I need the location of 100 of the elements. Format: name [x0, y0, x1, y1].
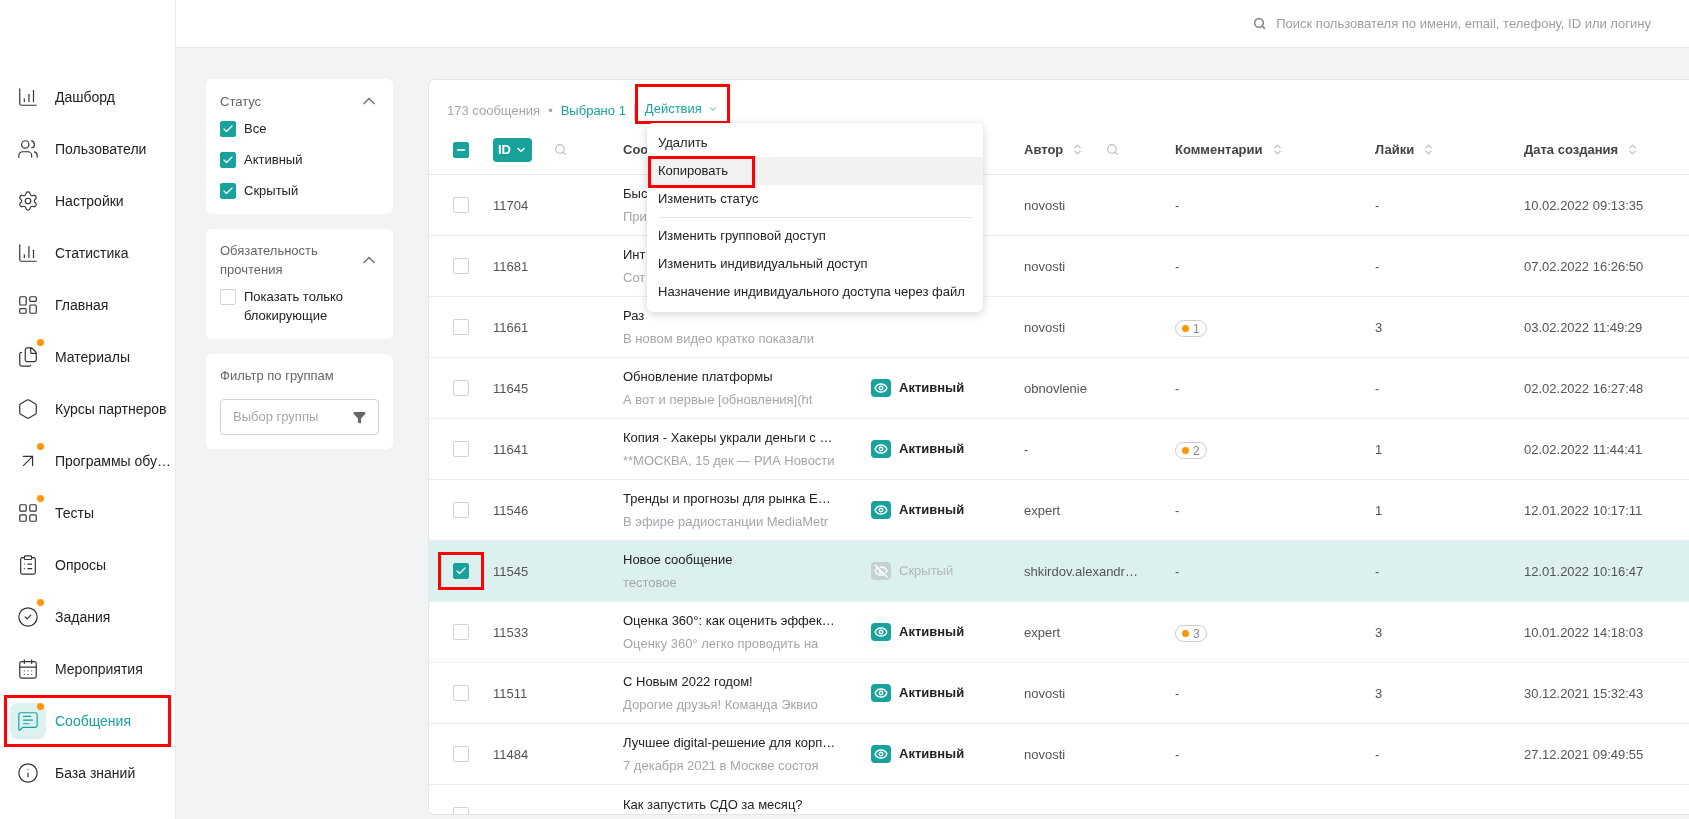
- checkbox[interactable]: [453, 624, 469, 640]
- checkbox[interactable]: [453, 685, 469, 701]
- message-preview: тестовое: [623, 574, 677, 592]
- menu-item[interactable]: Копировать: [647, 157, 983, 185]
- column-header[interactable]: Автор: [1024, 139, 1064, 160]
- id-cell: 11641: [493, 442, 529, 457]
- id-cell: 11704: [493, 198, 529, 213]
- checkbox[interactable]: [220, 183, 236, 199]
- sidebar-item[interactable]: Статистика: [4, 229, 171, 277]
- column-header[interactable]: Соо: [623, 139, 649, 160]
- comments-cell: -: [1175, 686, 1180, 701]
- id-cell: 11533: [493, 625, 529, 640]
- checkbox[interactable]: [220, 121, 236, 137]
- message-title: Тренды и прогнозы для рынка E…: [623, 489, 831, 508]
- menu-item[interactable]: Удалить: [647, 129, 983, 157]
- message-title: Копия - Хакеры украли деньги с …: [623, 428, 833, 447]
- message-title: Инт: [623, 245, 646, 264]
- message-preview: При: [623, 208, 647, 226]
- likes-cell: -: [1375, 381, 1380, 396]
- checkbox[interactable]: [220, 152, 236, 168]
- status-label: Скрытый: [899, 562, 954, 581]
- checkbox[interactable]: [220, 289, 236, 305]
- status-label: Активный: [899, 379, 965, 398]
- sidebar-item[interactable]: Опросы: [4, 541, 171, 589]
- sidebar-item[interactable]: Задания: [4, 593, 171, 641]
- filter-icon: [353, 410, 366, 424]
- table-row[interactable]: 11545 Новое сообщение тестовое Скрытый shkirdov.alexandr… - - 12.01.2022 10:16:47: [429, 541, 1689, 602]
- sidebar-item[interactable]: Курсы партнеров: [4, 385, 171, 433]
- column-header[interactable]: Дата создания: [1524, 139, 1619, 160]
- date-cell: 12.01.2022 10:16:47: [1524, 564, 1644, 579]
- filter-option: Показать только блокирующие: [244, 287, 379, 325]
- checkbox[interactable]: [453, 441, 469, 457]
- sidebar-item[interactable]: База знаний: [4, 749, 171, 797]
- status-label: Активный: [899, 440, 965, 459]
- message-preview: **МОСКВА, 15 дек — РИА Новости: [623, 452, 835, 470]
- message-preview: А вот и первые [обновления](ht: [623, 391, 813, 409]
- sidebar-item[interactable]: Материалы: [4, 333, 171, 381]
- layout-icon: [17, 294, 39, 316]
- checkbox[interactable]: [453, 319, 469, 335]
- info-icon: [17, 762, 39, 784]
- likes-cell: 3: [1375, 320, 1383, 335]
- sidebar-item[interactable]: Главная: [4, 281, 171, 329]
- author-cell: novosti: [1024, 686, 1066, 701]
- sidebar-item[interactable]: Настройки: [4, 177, 171, 225]
- id-cell: 11661: [493, 320, 529, 335]
- checkbox[interactable]: [453, 197, 469, 213]
- message-title: Новое сообщение: [623, 550, 733, 569]
- filter-title: Обязательность прочтения: [220, 242, 319, 279]
- date-cell: 02.02.2022 11:44:41: [1524, 442, 1643, 457]
- column-header[interactable]: Комментарии: [1175, 139, 1263, 160]
- message-preview: Оценку 360° легко проводить на: [623, 635, 819, 653]
- files-icon: [17, 346, 39, 368]
- filter-title: Статус: [220, 92, 263, 111]
- check-icon: [222, 123, 234, 135]
- checkbox[interactable]: [453, 380, 469, 396]
- comments-cell: -: [1175, 381, 1180, 396]
- message-preview: В эфире радиостанции MediaMetr: [623, 513, 829, 531]
- likes-cell: 3: [1375, 625, 1383, 640]
- sidebar-item[interactable]: Пользователи: [4, 125, 171, 173]
- date-cell: 12.01.2022 10:17:11: [1524, 503, 1643, 518]
- message-preview: 7 декабря 2021 в Москве состоя: [623, 757, 819, 775]
- comments-cell: -: [1175, 198, 1180, 213]
- likes-cell: 3: [1375, 686, 1383, 701]
- author-cell: novosti: [1024, 259, 1066, 274]
- date-cell: 10.02.2022 09:13:35: [1524, 198, 1644, 213]
- filter-option: Активный: [244, 150, 303, 169]
- comments-cell: -: [1175, 259, 1180, 274]
- menu-item[interactable]: Изменить статус: [647, 185, 983, 213]
- search-icon[interactable]: [554, 143, 567, 156]
- status-label: Активный: [899, 623, 965, 642]
- checkbox[interactable]: [453, 563, 469, 579]
- likes-cell: -: [1375, 564, 1380, 579]
- id-cell: 11546: [493, 503, 529, 518]
- message-count: 173 сообщения: [447, 101, 541, 120]
- search-icon: [1253, 17, 1267, 30]
- check-icon: [455, 565, 467, 577]
- check-icon: [222, 185, 234, 197]
- message-title: Обновление платформы: [623, 367, 773, 386]
- users-icon: [17, 138, 39, 160]
- sidebar-item[interactable]: Дашборд: [4, 73, 171, 121]
- search-icon[interactable]: [1106, 143, 1120, 156]
- filter-title: Фильтр по группам: [220, 367, 335, 385]
- checkbox[interactable]: [453, 258, 469, 274]
- message-icon: [17, 710, 39, 732]
- comments-cell: -: [1175, 503, 1180, 518]
- column-header[interactable]: Лайки: [1375, 139, 1415, 160]
- checkbox[interactable]: [453, 141, 469, 158]
- sidebar-item[interactable]: Программы обу…: [4, 437, 171, 485]
- checkbox[interactable]: [453, 502, 469, 518]
- sidebar-item[interactable]: Тесты: [4, 489, 171, 537]
- check-icon: [222, 154, 234, 166]
- date-cell: 30.12.2021 15:32:43: [1524, 686, 1644, 701]
- checkbox[interactable]: [453, 746, 469, 762]
- settings-icon: [17, 190, 39, 212]
- comments-cell: -: [1175, 747, 1180, 762]
- sidebar-item[interactable]: Мероприятия: [4, 645, 171, 693]
- separator-dot: •: [548, 101, 553, 120]
- menu-item[interactable]: Изменить индивидуальный доступ: [647, 250, 983, 278]
- hexagon-icon: [17, 398, 39, 420]
- likes-cell: -: [1375, 259, 1380, 274]
